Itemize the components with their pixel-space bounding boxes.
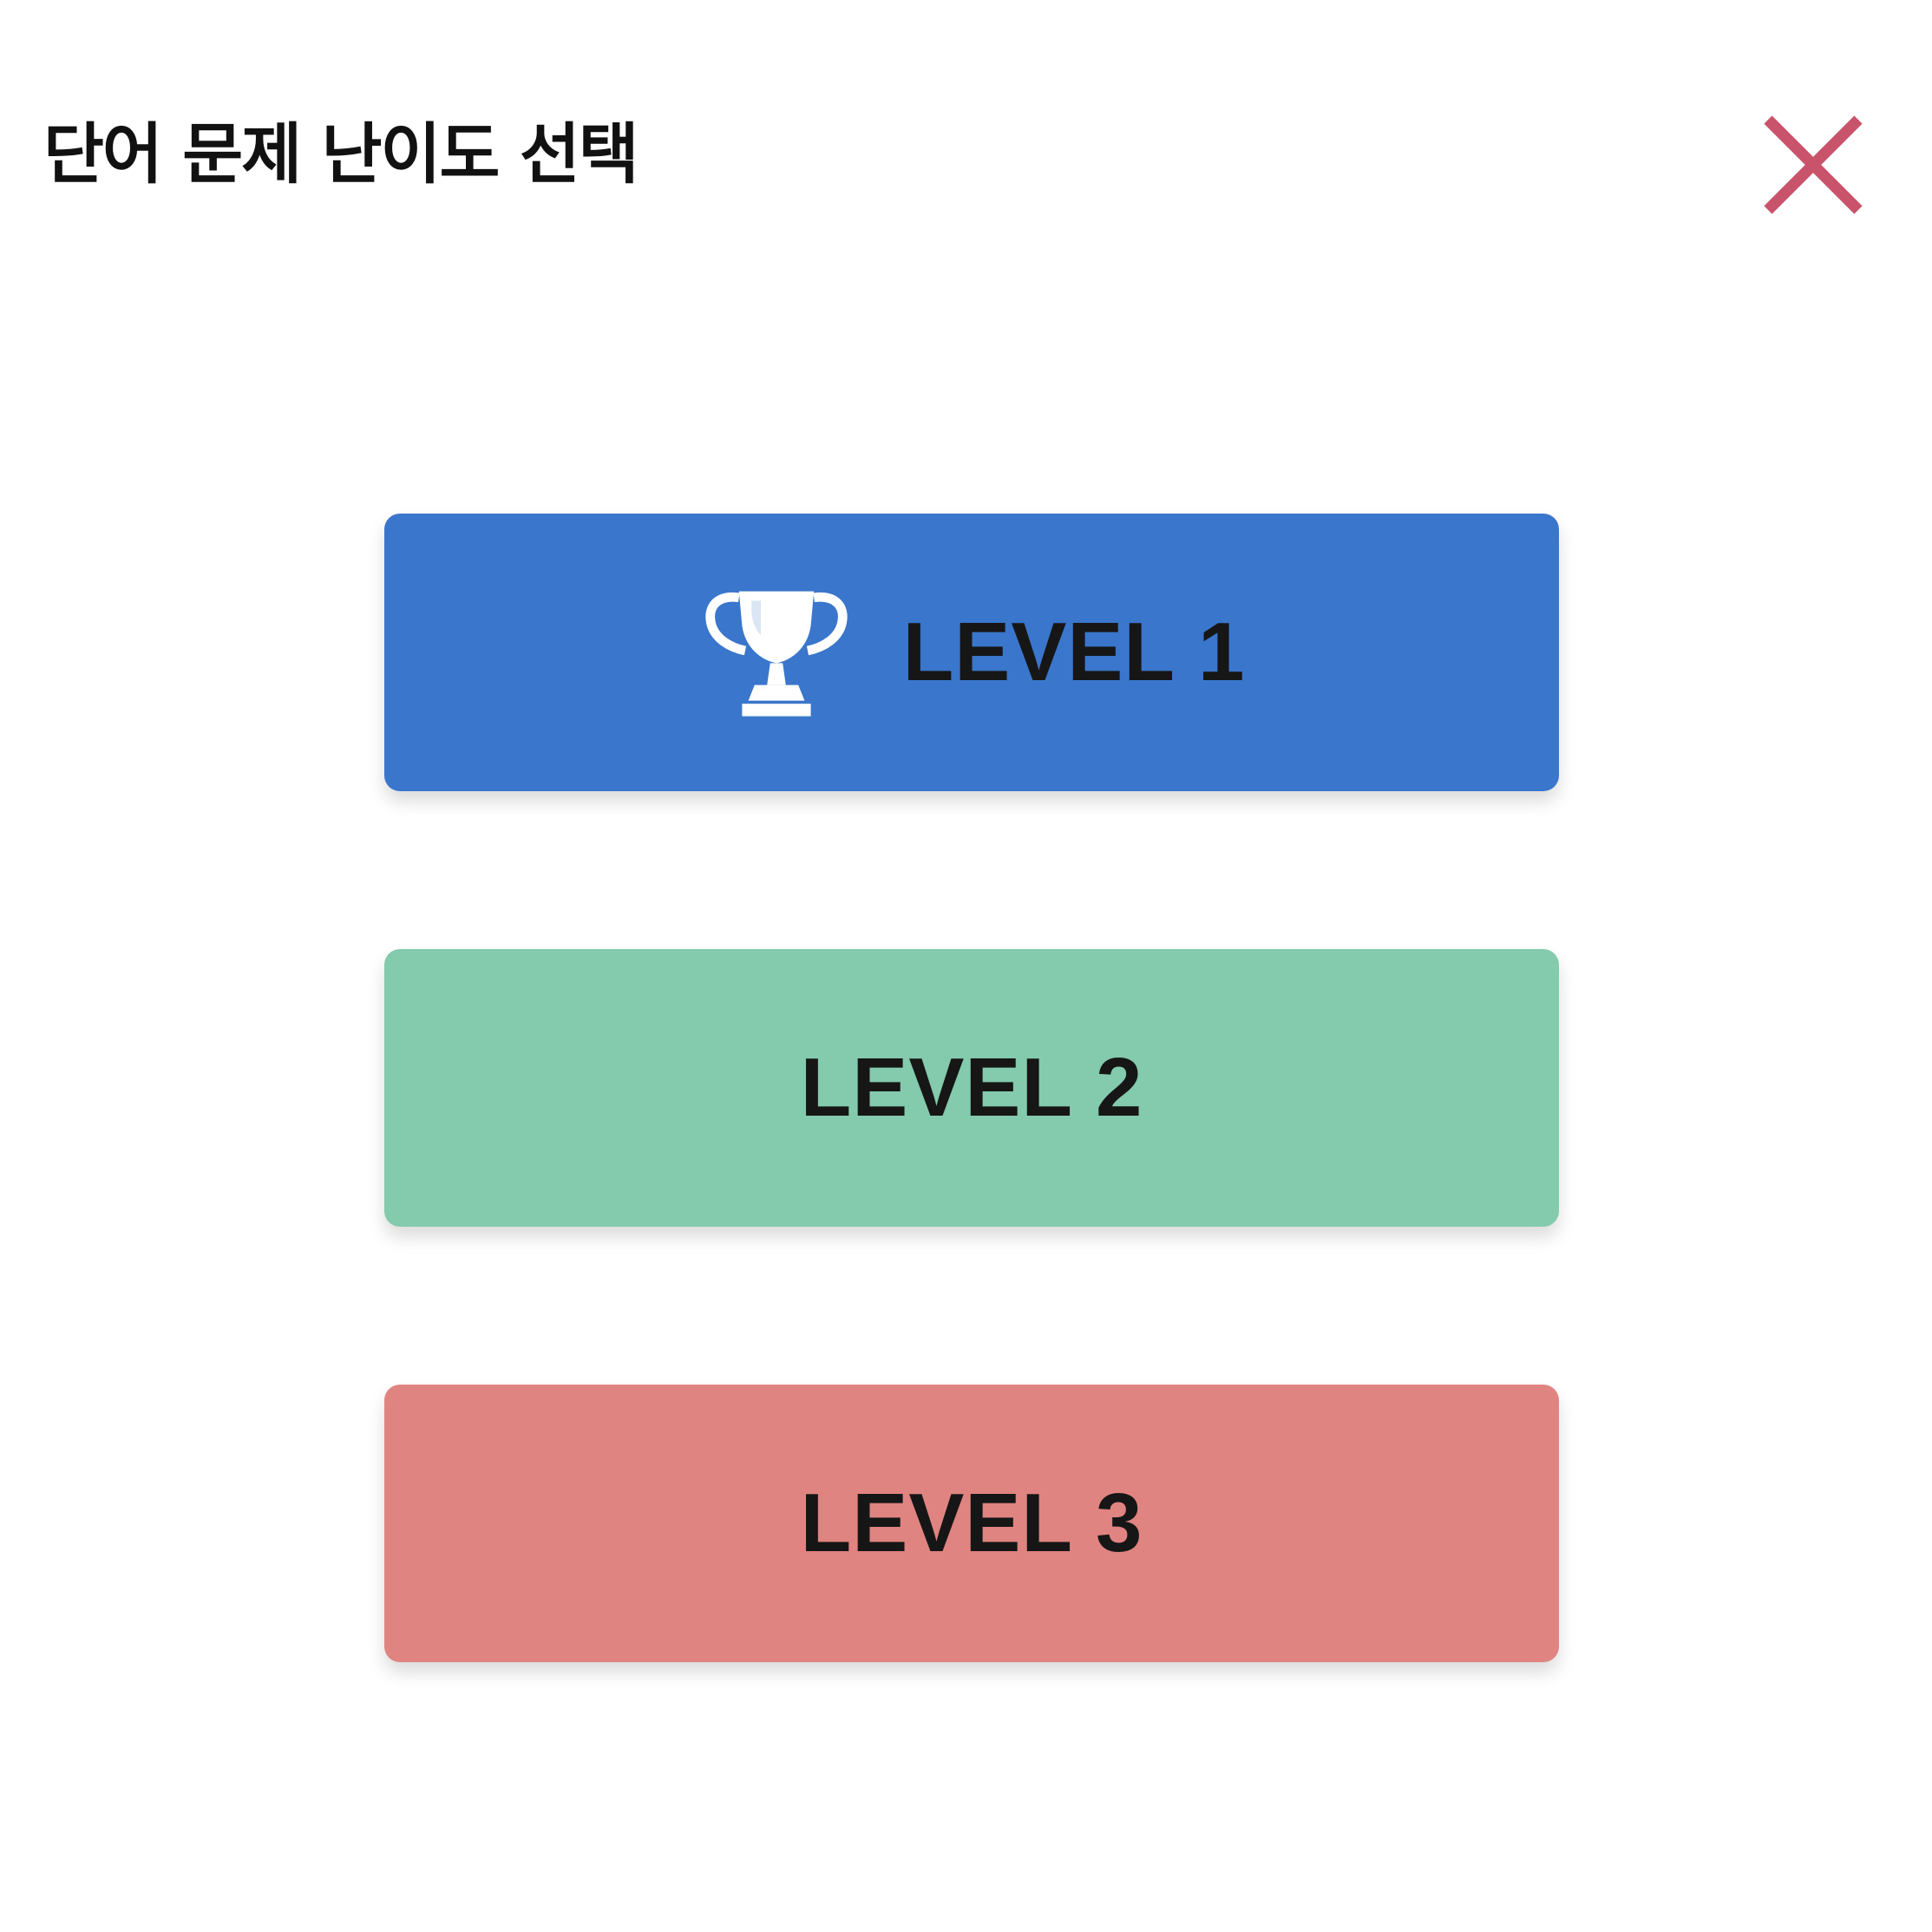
level-list: LEVEL 1 LEVEL 2 LEVEL 3 xyxy=(384,514,1559,1662)
level-select-modal: 단어 문제 난이도 선택 LEVEL 1 LEVEL 2 LEVEL 3 xyxy=(0,0,1932,1932)
level-3-label: LEVEL 3 xyxy=(800,1477,1143,1569)
level-2-button[interactable]: LEVEL 2 xyxy=(384,949,1559,1227)
modal-title: 단어 문제 난이도 선택 xyxy=(43,115,639,193)
trophy-icon xyxy=(698,573,855,729)
level-1-label: LEVEL 1 xyxy=(902,606,1246,698)
level-2-label: LEVEL 2 xyxy=(800,1041,1143,1134)
level-1-button[interactable]: LEVEL 1 xyxy=(384,514,1559,791)
close-icon xyxy=(1764,115,1863,214)
close-button[interactable] xyxy=(1752,104,1874,226)
level-3-button[interactable]: LEVEL 3 xyxy=(384,1385,1559,1662)
